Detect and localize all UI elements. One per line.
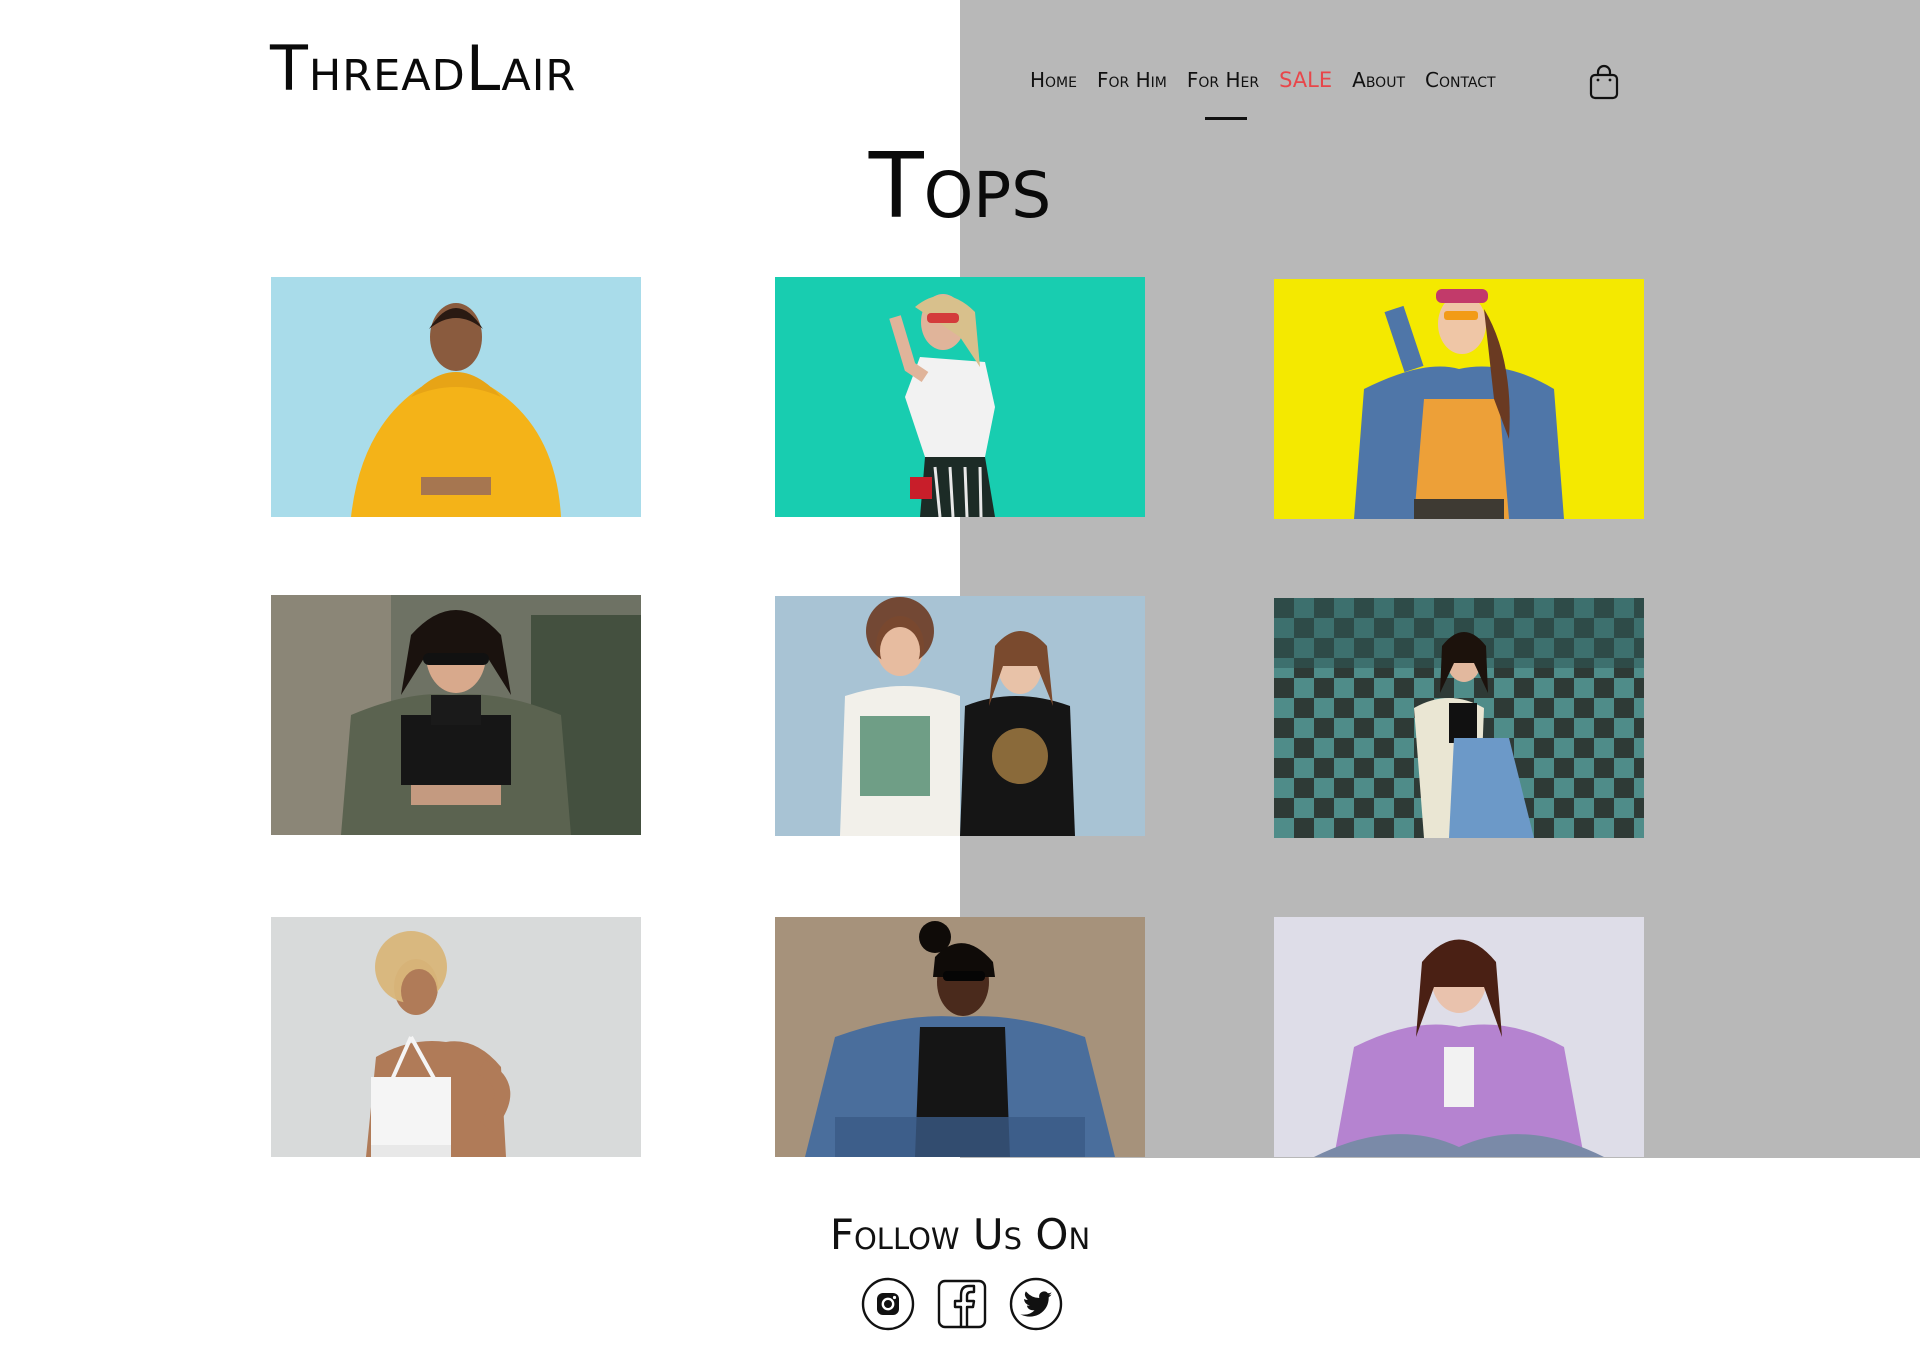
product-photo[interactable] (1274, 598, 1644, 838)
nav-home[interactable]: Home (1030, 68, 1077, 92)
site-logo[interactable]: ThreadLair (270, 38, 576, 100)
page-title: Tops (868, 134, 1052, 239)
shopping-bag-icon[interactable] (1588, 64, 1620, 100)
product-photo[interactable] (271, 595, 641, 835)
social-links (860, 1276, 1082, 1332)
product-photo[interactable] (775, 277, 1145, 517)
product-photo[interactable] (1274, 279, 1644, 519)
follow-us-heading: Follow Us On (829, 1210, 1091, 1259)
product-photo[interactable] (775, 917, 1145, 1157)
nav-sale[interactable]: SALE (1279, 68, 1332, 92)
twitter-icon[interactable] (1008, 1276, 1064, 1332)
nav-for-her[interactable]: For Her (1187, 68, 1259, 120)
product-photo[interactable] (1274, 917, 1644, 1157)
product-photo[interactable] (271, 917, 641, 1157)
nav-for-him[interactable]: For Him (1097, 68, 1167, 92)
product-photo[interactable] (271, 277, 641, 517)
nav-about[interactable]: About (1352, 68, 1405, 92)
product-photo[interactable] (775, 596, 1145, 836)
facebook-icon[interactable] (934, 1276, 990, 1332)
nav-contact[interactable]: Contact (1425, 68, 1496, 92)
instagram-icon[interactable] (860, 1276, 916, 1332)
main-nav: Home For Him For Her SALE About Contact (1030, 68, 1516, 120)
